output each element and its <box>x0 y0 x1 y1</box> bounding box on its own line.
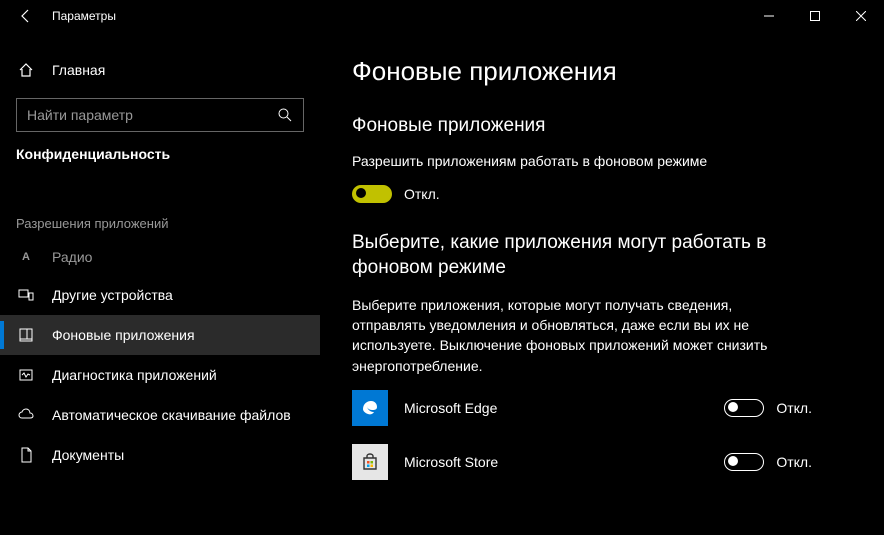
sidebar-item-label: Другие устройства <box>52 287 173 303</box>
section-description-2: Выберите приложения, которые могут получ… <box>352 295 792 376</box>
close-button[interactable] <box>838 0 884 32</box>
search-input-wrapper[interactable] <box>16 98 304 132</box>
window-title: Параметры <box>40 9 746 23</box>
sidebar-group-heading: Разрешения приложений <box>0 200 320 239</box>
sidebar-item-auto-download[interactable]: Автоматическое скачивание файлов <box>0 395 320 435</box>
app-toggle-edge[interactable] <box>724 399 764 417</box>
sidebar-item-label: Фоновые приложения <box>52 327 195 343</box>
sidebar-item-label: Диагностика приложений <box>52 367 217 383</box>
sidebar-item-documents[interactable]: Документы <box>0 435 320 475</box>
search-icon <box>277 107 293 123</box>
allow-toggle-state: Откл. <box>404 186 440 202</box>
sidebar: Главная Конфиденциальность Разрешения пр… <box>0 32 320 535</box>
store-icon <box>352 444 388 480</box>
sidebar-item-label: Автоматическое скачивание файлов <box>52 407 291 423</box>
app-row-store: Microsoft Store Откл. <box>352 444 852 480</box>
cloud-download-icon <box>16 408 36 422</box>
sidebar-item-label: Радио <box>52 249 92 265</box>
allow-background-toggle[interactable] <box>352 185 392 203</box>
sidebar-section-title: Конфиденциальность <box>0 146 320 176</box>
back-button[interactable] <box>12 9 40 23</box>
main-content: Фоновые приложения Фоновые приложения Ра… <box>320 32 884 535</box>
section-heading-1: Фоновые приложения <box>352 115 852 137</box>
edge-icon <box>352 390 388 426</box>
sidebar-item-diagnostics[interactable]: Диагностика приложений <box>0 355 320 395</box>
home-icon <box>16 62 36 78</box>
app-row-edge: Microsoft Edge Откл. <box>352 390 852 426</box>
sidebar-item-background-apps[interactable]: Фоновые приложения <box>0 315 320 355</box>
sidebar-item-other-devices[interactable]: Другие устройства <box>0 275 320 315</box>
app-toggle-state: Откл. <box>776 400 812 416</box>
sidebar-home[interactable]: Главная <box>0 50 320 90</box>
search-input[interactable] <box>27 107 277 123</box>
sidebar-item-label: Документы <box>52 447 124 463</box>
sidebar-item-radio[interactable]: A Радио <box>0 239 320 275</box>
minimize-button[interactable] <box>746 0 792 32</box>
allow-description: Разрешить приложениям работать в фоновом… <box>352 151 792 171</box>
app-name: Microsoft Store <box>404 454 724 470</box>
app-toggle-store[interactable] <box>724 453 764 471</box>
maximize-button[interactable] <box>792 0 838 32</box>
diagnostics-icon <box>16 367 36 383</box>
app-name: Microsoft Edge <box>404 400 724 416</box>
app-toggle-state: Откл. <box>776 454 812 470</box>
sidebar-home-label: Главная <box>52 62 105 78</box>
background-apps-icon <box>16 327 36 343</box>
radio-icon: A <box>16 251 36 263</box>
devices-icon <box>16 287 36 303</box>
section-heading-2: Выберите, какие приложения могут работат… <box>352 231 812 280</box>
documents-icon <box>16 447 36 463</box>
page-title: Фоновые приложения <box>352 56 852 87</box>
